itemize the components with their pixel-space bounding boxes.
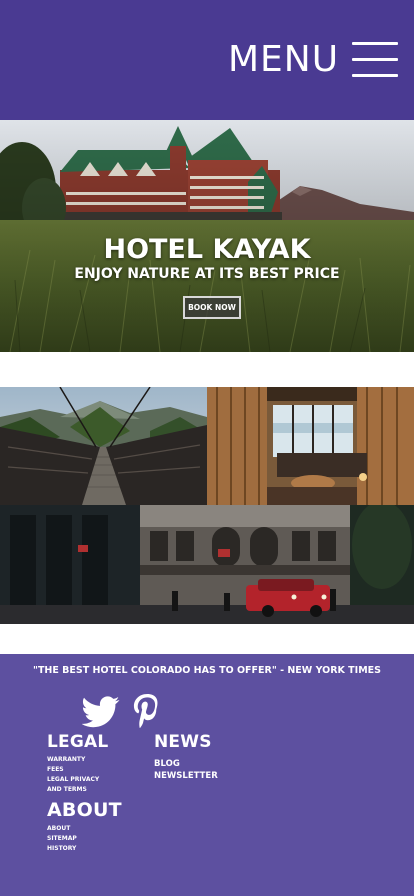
hero-title: HOTEL KAYAK	[103, 234, 311, 265]
hamburger-icon[interactable]	[352, 42, 398, 78]
terms-link[interactable]: AND TERMS	[47, 785, 99, 795]
list-item: HISTORY	[47, 844, 77, 854]
book-now-button[interactable]: BOOK NOW	[183, 296, 241, 319]
street-photo	[0, 505, 414, 624]
news-links: BLOG NEWSLETTER	[154, 758, 218, 782]
list-item: FEES	[47, 765, 99, 775]
legal-privacy-link[interactable]: LEGAL PRIVACY	[47, 775, 99, 785]
hamburger-line	[352, 58, 398, 61]
twitter-icon[interactable]	[82, 696, 120, 728]
list-item: ABOUT	[47, 824, 77, 834]
list-item: LEGAL PRIVACY	[47, 775, 99, 785]
hero-subtitle: ENJOY NATURE AT ITS BEST PRICE	[74, 266, 340, 282]
newsletter-link[interactable]: NEWSLETTER	[154, 770, 218, 782]
page: MENU HOTEL KAYAK ENJOY NATURE AT ITS BES…	[0, 0, 414, 896]
pinterest-icon[interactable]	[133, 694, 161, 728]
about-link[interactable]: ABOUT	[47, 824, 77, 834]
blog-link[interactable]: BLOG	[154, 758, 218, 770]
hero-banner: HOTEL KAYAK ENJOY NATURE AT ITS BEST PRI…	[0, 120, 414, 352]
bridge-photo	[0, 387, 207, 505]
list-item: WARRANTY	[47, 755, 99, 765]
press-quote: "THE BEST HOTEL COLORADO HAS TO OFFER" -…	[33, 665, 381, 676]
legal-heading: LEGAL	[47, 732, 109, 752]
fees-link[interactable]: FEES	[47, 765, 99, 775]
hamburger-line	[352, 42, 398, 45]
legal-links: WARRANTY FEES LEGAL PRIVACY AND TERMS	[47, 755, 99, 795]
lounge-photo	[207, 387, 414, 505]
site-footer: "THE BEST HOTEL COLORADO HAS TO OFFER" -…	[0, 654, 414, 896]
menu-label[interactable]: MENU	[228, 38, 339, 82]
history-link[interactable]: HISTORY	[47, 844, 77, 854]
site-header: MENU	[0, 0, 414, 120]
list-item: SITEMAP	[47, 834, 77, 844]
photo-gallery	[0, 387, 414, 624]
about-links: ABOUT SITEMAP HISTORY	[47, 824, 77, 854]
list-item: BLOG	[154, 758, 218, 770]
list-item: NEWSLETTER	[154, 770, 218, 782]
list-item: AND TERMS	[47, 785, 99, 795]
about-heading: ABOUT	[47, 799, 122, 821]
warranty-link[interactable]: WARRANTY	[47, 755, 99, 765]
sitemap-link[interactable]: SITEMAP	[47, 834, 77, 844]
news-heading: NEWS	[154, 732, 212, 752]
hamburger-line	[352, 74, 398, 77]
